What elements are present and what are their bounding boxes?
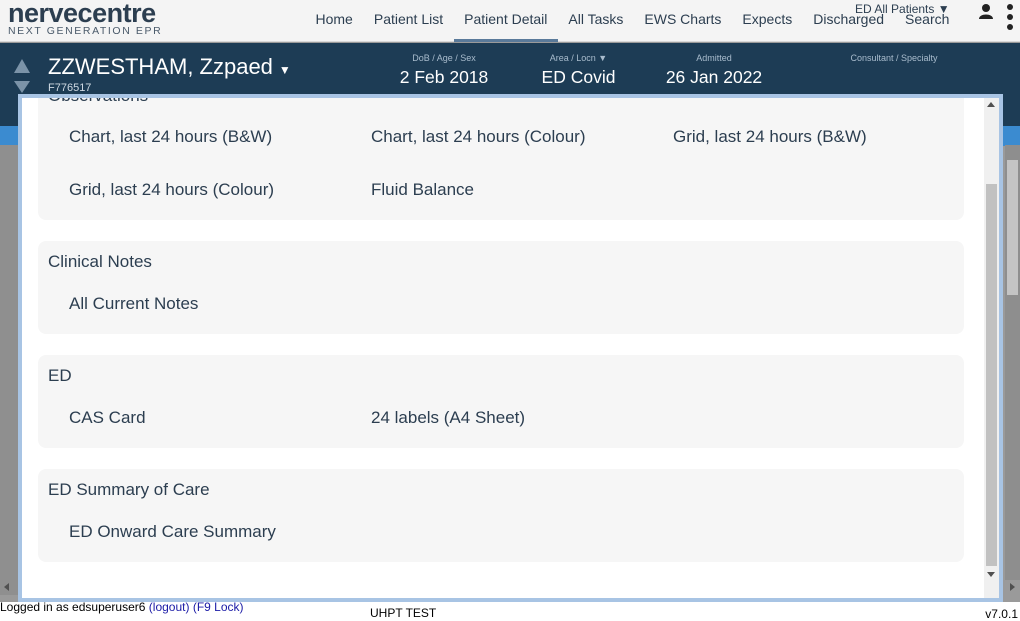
section-title: Clinical Notes	[48, 252, 152, 271]
dob-value: 2 Feb 2018	[399, 67, 489, 87]
dropdown-caret-icon[interactable]: ▼	[279, 63, 291, 77]
item-grid-24h-bw[interactable]: Grid, last 24 hours (B&W)	[673, 127, 867, 147]
page-scrollbar-thumb[interactable]	[1007, 160, 1018, 295]
section-title: ED Summary of Care	[48, 480, 210, 499]
item-chart-24h-bw[interactable]: Chart, last 24 hours (B&W)	[69, 127, 272, 147]
logout-link[interactable]: (logout)	[149, 600, 190, 614]
nervecentre-logo[interactable]: nervecentre NEXT GENERATION EPR	[8, 0, 162, 36]
arrow-down-icon[interactable]	[14, 81, 30, 93]
section-clinical-notes: Clinical Notes All Current Notes	[38, 241, 964, 334]
area-label: Area / Locn ▼	[549, 53, 608, 63]
patient-name[interactable]: ZZWESTHAM, Zzpaed ▼	[48, 54, 291, 80]
print-options-modal: Observations Chart, last 24 hours (B&W) …	[18, 94, 1003, 602]
dob-field: DoB / Age / Sex 2 Feb 2018	[384, 53, 504, 88]
login-status: Logged in as edsuperuser6 (logout) (F9 L…	[0, 600, 250, 614]
section-ed: ED CAS Card 24 labels (A4 Sheet)	[38, 355, 964, 448]
kebab-menu-icon[interactable]	[1006, 3, 1014, 31]
lock-link[interactable]: (F9 Lock)	[193, 600, 244, 614]
modal-content: Observations Chart, last 24 hours (B&W) …	[22, 98, 981, 598]
item-24-labels[interactable]: 24 labels (A4 Sheet)	[371, 408, 525, 428]
background-panel	[0, 145, 20, 595]
environment-label: UHPT TEST	[370, 606, 437, 620]
nav-patient-list[interactable]: Patient List	[363, 0, 453, 42]
patient-number: F776517	[48, 82, 92, 94]
nav-patient-detail[interactable]: Patient Detail	[453, 0, 559, 42]
admitted-label: Admitted	[696, 53, 732, 63]
status-footer: Logged in as edsuperuser6 (logout) (F9 L…	[0, 600, 1020, 621]
arrow-up-icon[interactable]	[14, 59, 30, 73]
nav-expects[interactable]: Expects	[732, 0, 803, 42]
scroll-right-icon[interactable]	[1010, 583, 1015, 591]
consultant-label: Consultant / Specialty	[850, 53, 938, 63]
logged-in-text: Logged in as edsuperuser6	[0, 600, 146, 614]
scroll-up-icon[interactable]	[987, 102, 995, 107]
logo-sub-text: NEXT GENERATION EPR	[8, 25, 163, 37]
consultant-field: Consultant / Specialty	[830, 53, 958, 67]
user-icon[interactable]	[978, 3, 994, 19]
top-navigation-bar: nervecentre NEXT GENERATION EPR Home Pat…	[0, 0, 1020, 42]
section-ed-summary-of-care: ED Summary of Care ED Onward Care Summar…	[38, 469, 964, 562]
background-strip	[0, 126, 20, 146]
patient-list-selector[interactable]: ED All Patients ▼	[855, 2, 950, 16]
admitted-field: Admitted 26 Jan 2022	[654, 53, 774, 88]
item-fluid-balance[interactable]: Fluid Balance	[371, 180, 474, 200]
section-title: Observations	[48, 98, 148, 106]
patient-name-text: ZZWESTHAM, Zzpaed	[48, 54, 273, 79]
item-all-current-notes[interactable]: All Current Notes	[69, 294, 198, 314]
scroll-down-icon[interactable]	[987, 572, 995, 577]
dob-label: DoB / Age / Sex	[412, 53, 476, 63]
item-grid-24h-colour[interactable]: Grid, last 24 hours (Colour)	[69, 180, 274, 200]
scroll-left-icon[interactable]	[4, 583, 9, 591]
section-title: ED	[48, 366, 72, 385]
background-strip-right	[1002, 126, 1020, 146]
area-value: ED Covid	[541, 67, 616, 87]
admitted-value: 26 Jan 2022	[665, 67, 763, 87]
item-chart-24h-colour[interactable]: Chart, last 24 hours (Colour)	[371, 127, 585, 147]
item-ed-onward-care-summary[interactable]: ED Onward Care Summary	[69, 522, 276, 542]
nav-ews-charts[interactable]: EWS Charts	[634, 0, 732, 42]
nav-home[interactable]: Home	[305, 0, 363, 42]
section-observations: Observations Chart, last 24 hours (B&W) …	[38, 98, 964, 220]
modal-scrollbar[interactable]	[984, 98, 999, 598]
area-field[interactable]: Area / Locn ▼ ED Covid	[521, 53, 636, 88]
nav-all-tasks[interactable]: All Tasks	[558, 0, 634, 42]
item-cas-card[interactable]: CAS Card	[69, 408, 146, 428]
modal-scrollbar-thumb[interactable]	[986, 184, 997, 566]
version-label: v7.0.1	[985, 607, 1018, 621]
logo-main-text: nervecentre	[8, 0, 156, 28]
